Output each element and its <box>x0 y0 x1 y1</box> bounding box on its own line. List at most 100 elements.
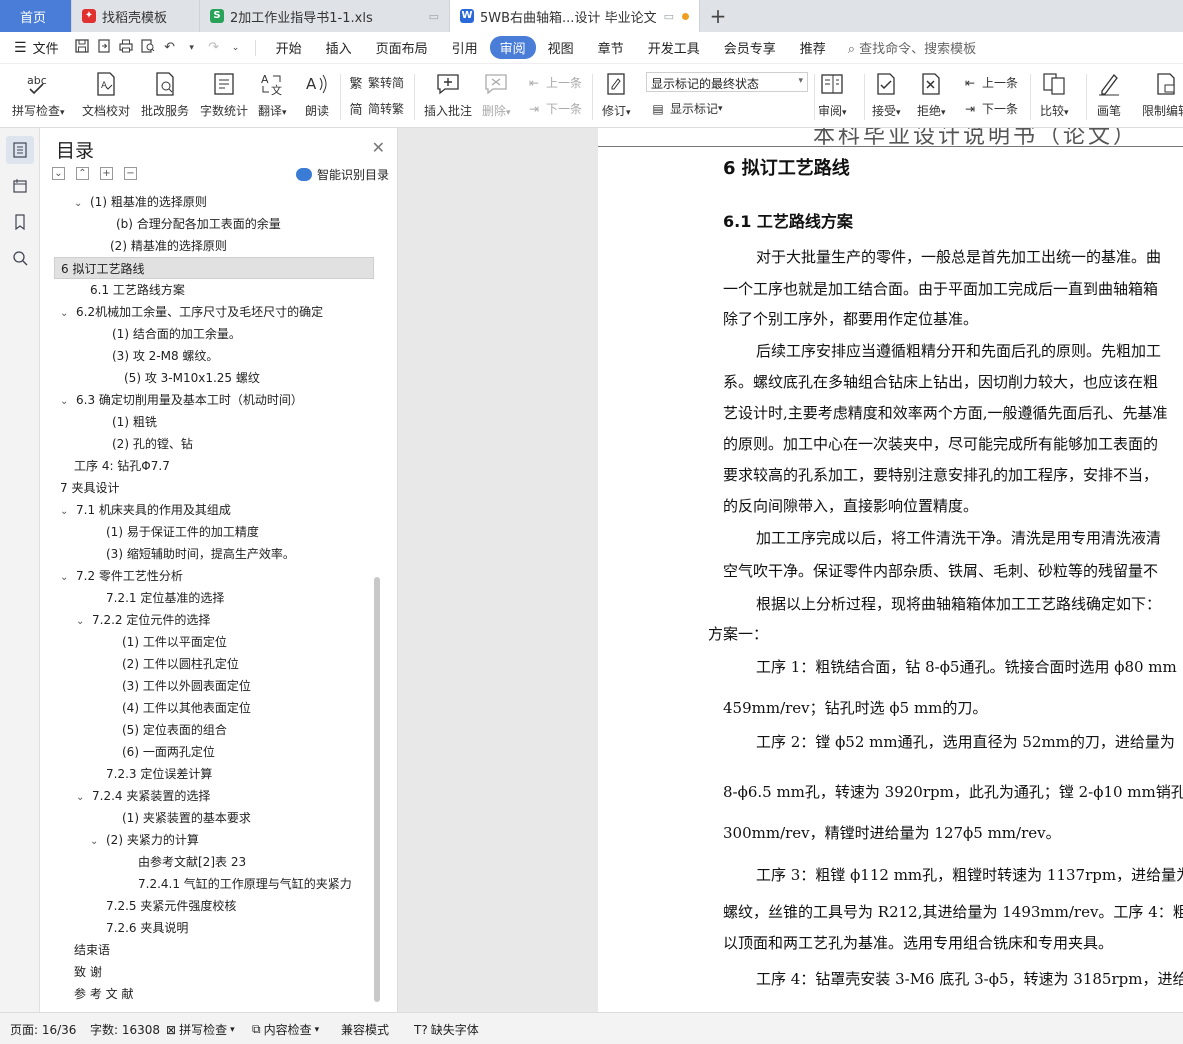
toc-item[interactable]: (6) 一面两孔定位 <box>54 741 374 763</box>
restrict-edit-button[interactable]: 限制编辑 <box>1142 70 1183 124</box>
menu-section[interactable]: 章节 <box>586 38 636 57</box>
file-menu[interactable]: ☰ 文件 <box>14 38 59 58</box>
menu-page-layout[interactable]: 页面布局 <box>364 38 440 57</box>
toc-item[interactable]: 结束语 <box>54 939 374 961</box>
toc-item[interactable]: (2) 精基准的选择原则 <box>54 235 374 257</box>
toc-item[interactable]: ⌄ 6.3 确定切削用量及基本工时（机动时间） <box>54 389 374 411</box>
smart-toc-button[interactable]: 智能识别目录 <box>295 166 389 183</box>
toc-item[interactable]: ⌄ 7.2.2 定位元件的选择 <box>54 609 374 631</box>
spell-check-button[interactable]: abc 拼写检查▾ <box>12 70 65 124</box>
menu-recommend[interactable]: 推荐 <box>788 38 838 57</box>
menu-developer[interactable]: 开发工具 <box>636 38 712 57</box>
toc-item[interactable]: (2) 孔的镗、钻 <box>54 433 374 455</box>
toc-item[interactable]: ⌄ 7 夹具设计 <box>54 477 374 499</box>
read-aloud-button[interactable]: A 朗读 <box>304 70 330 124</box>
toc-item[interactable]: (3) 攻 2-M8 螺纹。 <box>54 345 374 367</box>
toc-item[interactable]: (1) 粗铣 <box>54 411 374 433</box>
menu-member[interactable]: 会员专享 <box>712 38 788 57</box>
page-indicator[interactable]: 页面: 16/36 <box>10 1021 76 1038</box>
toc-item[interactable]: ⌄ 6.2机械加工余量、工序尺寸及毛坯尺寸的确定 <box>54 301 374 323</box>
chevron-down-icon[interactable]: ⌄ <box>60 391 72 413</box>
remove-toc-icon[interactable]: − <box>124 167 137 180</box>
toc-item[interactable]: ⌄ 7.2.4 夹紧装置的选择 <box>54 785 374 807</box>
toc-nav-button[interactable] <box>6 136 34 164</box>
toc-item[interactable]: (3) 工件以外圆表面定位 <box>54 675 374 697</box>
toc-item[interactable]: 7.2.5 夹紧元件强度校核 <box>54 895 374 917</box>
next-change-button[interactable]: ⇥ 下一条 <box>962 100 1018 117</box>
save-icon[interactable] <box>71 38 93 57</box>
toc-item[interactable]: (1) 夹紧装置的基本要求 <box>54 807 374 829</box>
menu-insert[interactable]: 插入 <box>314 38 364 57</box>
word-count-indicator[interactable]: 字数: 16308 <box>90 1021 160 1038</box>
chevron-down-icon[interactable]: ⌄ <box>90 831 102 853</box>
chevron-down-icon[interactable]: ⌄ <box>54 479 56 501</box>
menu-references[interactable]: 引用 <box>440 38 490 57</box>
toc-item[interactable]: (1) 工件以平面定位 <box>54 631 374 653</box>
toc-item[interactable]: 7.2.1 定位基准的选择 <box>54 587 374 609</box>
collapse-all-icon[interactable]: ⌄ <box>52 167 65 180</box>
toc-item[interactable]: 致 谢 <box>54 961 374 983</box>
prev-change-button[interactable]: ⇤ 上一条 <box>962 74 1018 91</box>
show-markup-button[interactable]: ▤ 显示标记 ▾ <box>650 100 722 117</box>
spell-check-status[interactable]: ⊠ 拼写检查 ▾ <box>166 1021 235 1038</box>
chevron-down-icon[interactable]: ⌄ <box>60 567 72 589</box>
toc-item[interactable]: (5) 定位表面的组合 <box>54 719 374 741</box>
close-icon[interactable]: ✕ <box>372 138 385 157</box>
undo-dropdown-icon[interactable]: ▾ <box>181 43 203 53</box>
export-icon[interactable] <box>93 38 115 57</box>
chapter-nav-button[interactable] <box>6 172 34 200</box>
chevron-down-icon[interactable]: ⌄ <box>76 611 88 633</box>
toc-item[interactable]: ⌄ 7.2 零件工艺性分析 <box>54 565 374 587</box>
toc-item[interactable]: ⌄ (2) 夹紧力的计算 <box>54 829 374 851</box>
accept-button[interactable]: 接受▾ <box>872 70 901 124</box>
print-icon[interactable] <box>115 39 137 57</box>
batch-service-button[interactable]: 批改服务 <box>141 70 189 124</box>
markup-mode-select[interactable]: 显示标记的最终状态 ▾ <box>646 72 808 92</box>
revise-button[interactable]: 修订▾ <box>602 70 631 124</box>
search-nav-button[interactable] <box>6 244 34 272</box>
toc-item[interactable]: (3) 缩短辅助时间，提高生产效率。 <box>54 543 374 565</box>
new-tab-button[interactable]: + <box>700 0 736 32</box>
translate-button[interactable]: A文 翻译▾ <box>258 70 287 124</box>
toc-scrollbar[interactable] <box>374 577 380 1002</box>
menu-view[interactable]: 视图 <box>536 38 586 57</box>
toc-item[interactable]: (1) 结合面的加工余量。 <box>54 323 374 345</box>
insert-comment-button[interactable]: 插入批注 <box>424 70 472 124</box>
word-count-button[interactable]: 字数统计 <box>200 70 248 124</box>
toc-item[interactable]: (4) 工件以其他表面定位 <box>54 697 374 719</box>
toc-item[interactable]: ⌄ 7.1 机床夹具的作用及其组成 <box>54 499 374 521</box>
toc-item[interactable]: (5) 攻 3-M10x1.25 螺纹 <box>54 367 374 389</box>
customize-dropdown-icon[interactable]: ⌄ <box>225 43 247 53</box>
next-comment-button[interactable]: ⇥ 下一条 <box>526 100 582 117</box>
delete-comment-button[interactable]: 删除▾ <box>482 70 511 124</box>
prev-comment-button[interactable]: ⇤ 上一条 <box>526 74 582 91</box>
toc-item[interactable]: 7.2.4.1 气缸的工作原理与气缸的夹紧力 <box>54 873 374 895</box>
toc-item[interactable]: ⌄6 拟订工艺路线 <box>54 257 374 279</box>
undo-icon[interactable]: ↶ <box>159 40 181 55</box>
screen-icon[interactable]: ▭ <box>429 10 439 23</box>
bookmark-nav-button[interactable] <box>6 208 34 236</box>
chevron-down-icon[interactable]: ⌄ <box>76 787 88 809</box>
to-traditional-button[interactable]: 繁 繁转简 <box>348 74 404 92</box>
tab-templates[interactable]: ✦ 找稻壳模板 <box>72 0 200 32</box>
tab-spreadsheet[interactable]: S 2加工作业指导书1-1.xls ▭ <box>200 0 450 32</box>
compare-button[interactable]: 比较▾ <box>1040 70 1069 124</box>
tab-document[interactable]: W 5WB右曲轴箱...设计 毕业论文 ▭ <box>450 0 700 32</box>
review-button[interactable]: 审阅▾ <box>818 70 847 124</box>
chevron-down-icon[interactable]: ⌄ <box>60 303 72 325</box>
tab-home[interactable]: 首页 <box>0 0 72 32</box>
missing-font-status[interactable]: T? 缺失字体 <box>414 1021 479 1038</box>
reject-button[interactable]: 拒绝▾ <box>917 70 946 124</box>
menu-start[interactable]: 开始 <box>264 38 314 57</box>
doc-check-button[interactable]: A 文档校对 <box>82 70 130 124</box>
chevron-down-icon[interactable]: ⌄ <box>60 501 72 523</box>
toc-item[interactable]: ⌄ (1) 粗基准的选择原则 <box>54 191 374 213</box>
toc-item[interactable]: 7.2.6 夹具说明 <box>54 917 374 939</box>
toc-item[interactable]: (1) 易于保证工件的加工精度 <box>54 521 374 543</box>
screen-icon[interactable]: ▭ <box>664 10 674 23</box>
toc-item[interactable]: (b) 合理分配各加工表面的余量 <box>54 213 374 235</box>
toc-item[interactable]: 参 考 文 献 <box>54 983 374 1003</box>
preview-icon[interactable] <box>137 38 159 57</box>
chevron-down-icon[interactable]: ⌄ <box>74 193 86 215</box>
expand-all-icon[interactable]: ⌃ <box>76 167 89 180</box>
